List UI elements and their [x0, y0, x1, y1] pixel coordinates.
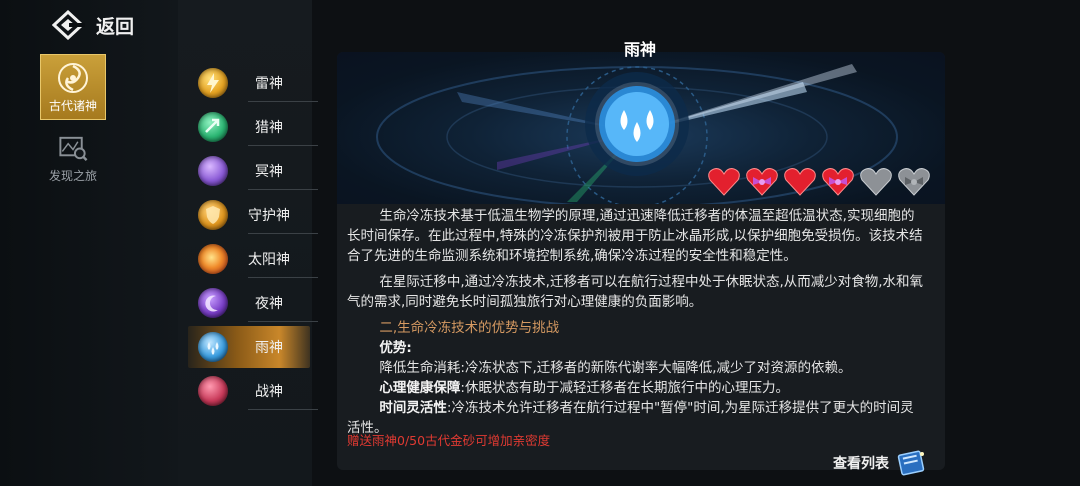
god-name: 雨神	[255, 340, 283, 356]
divider	[248, 233, 318, 234]
divider	[248, 277, 318, 278]
war-orb-icon	[198, 376, 228, 406]
affinity-hearts	[707, 165, 931, 197]
left-strip: 返回 古代诸神 发现之旅	[0, 0, 178, 486]
advantage-line-1: 降低生命消耗:冷冻状态下,迁移者的新陈代谢率大幅降低,减少了对资源的依赖。	[379, 360, 852, 376]
god-item-underworld[interactable]: 冥神	[192, 150, 318, 192]
map-search-icon	[59, 136, 88, 162]
god-name: 冥神	[255, 164, 283, 180]
description-paragraph-1: 生命冷冻技术基于低温生物学的原理,通过迅速降低迁移者的体温至超低温状态,实现细胞…	[347, 208, 923, 264]
god-item-sun[interactable]: 太阳神	[192, 238, 318, 280]
god-name: 猎神	[255, 120, 283, 136]
heart-ribbon-icon	[746, 168, 778, 196]
gift-hint: 赠送雨神0/50古代金砂可增加亲密度	[347, 433, 551, 448]
rain-orb-icon	[198, 332, 228, 362]
back-label: 返回	[96, 15, 135, 38]
divider	[248, 321, 318, 322]
god-item-thunder[interactable]: 雷神	[192, 62, 318, 104]
shield-orb-icon	[198, 200, 228, 230]
god-name: 战神	[255, 384, 283, 400]
hunt-orb-icon	[198, 112, 228, 142]
advantage-2-label: 心理健康保障	[379, 380, 461, 396]
swirl-icon	[58, 62, 88, 93]
god-item-night[interactable]: 夜神	[192, 282, 318, 324]
god-item-war[interactable]: 战神	[192, 370, 318, 412]
heart-empty-icon	[860, 168, 892, 196]
heart-ribbon-icon	[822, 168, 854, 196]
moon-orb-icon	[198, 288, 228, 318]
view-list-label: 查看列表	[833, 456, 889, 472]
heart-full-icon	[708, 168, 740, 196]
description-paragraph-2: 在星际迁移中,通过冷冻技术,迁移者可以在航行过程中处于休眠状态,从而减少对食物,…	[347, 274, 924, 310]
advantage-3-label: 时间灵活性	[379, 400, 447, 416]
section-title: 二,生命冷冻技术的优势与挑战	[379, 320, 560, 336]
divider	[248, 189, 318, 190]
divider	[248, 101, 318, 102]
tab-discovery-journey[interactable]: 发现之旅	[40, 132, 106, 184]
view-list-button[interactable]: 查看列表	[833, 446, 929, 480]
thunder-orb-icon	[198, 68, 228, 98]
sun-orb-icon	[198, 244, 228, 274]
back-button[interactable]: 返回	[52, 8, 134, 42]
god-name: 太阳神	[248, 252, 290, 268]
divider	[248, 145, 318, 146]
god-title: 雨神	[623, 40, 656, 59]
advantage-line-2: 心理健康保障:休眠状态有助于减轻迁移者在长期旅行中的心理压力。	[347, 378, 927, 398]
tab-ancient-gods[interactable]: 古代诸神	[40, 54, 106, 120]
god-list: 雷神 猎神 冥神 守护神 太阳神 夜神 雨神 战神	[178, 0, 318, 486]
god-name: 守护神	[248, 208, 290, 224]
tab-discovery-journey-label: 发现之旅	[48, 169, 97, 183]
heart-empty-ribbon-icon	[898, 168, 930, 196]
underworld-orb-icon	[198, 156, 228, 186]
tab-ancient-gods-label: 古代诸神	[48, 98, 97, 113]
god-item-rain[interactable]: 雨神	[188, 326, 310, 368]
god-name: 雷神	[255, 76, 283, 92]
divider	[248, 409, 318, 410]
god-description: 生命冷冻技术基于低温生物学的原理,通过迅速降低迁移者的体温至超低温状态,实现细胞…	[347, 206, 927, 438]
advantage-2-text: :休眠状态有助于减轻迁移者在长期旅行中的心理压力。	[460, 380, 789, 396]
god-item-hunt[interactable]: 猎神	[192, 106, 318, 148]
book-icon	[897, 450, 925, 476]
back-arrow-icon	[52, 10, 85, 40]
advantages-label: 优势:	[379, 340, 412, 356]
god-name: 夜神	[255, 296, 283, 312]
heart-full-icon	[784, 168, 816, 196]
god-item-guardian[interactable]: 守护神	[192, 194, 318, 236]
